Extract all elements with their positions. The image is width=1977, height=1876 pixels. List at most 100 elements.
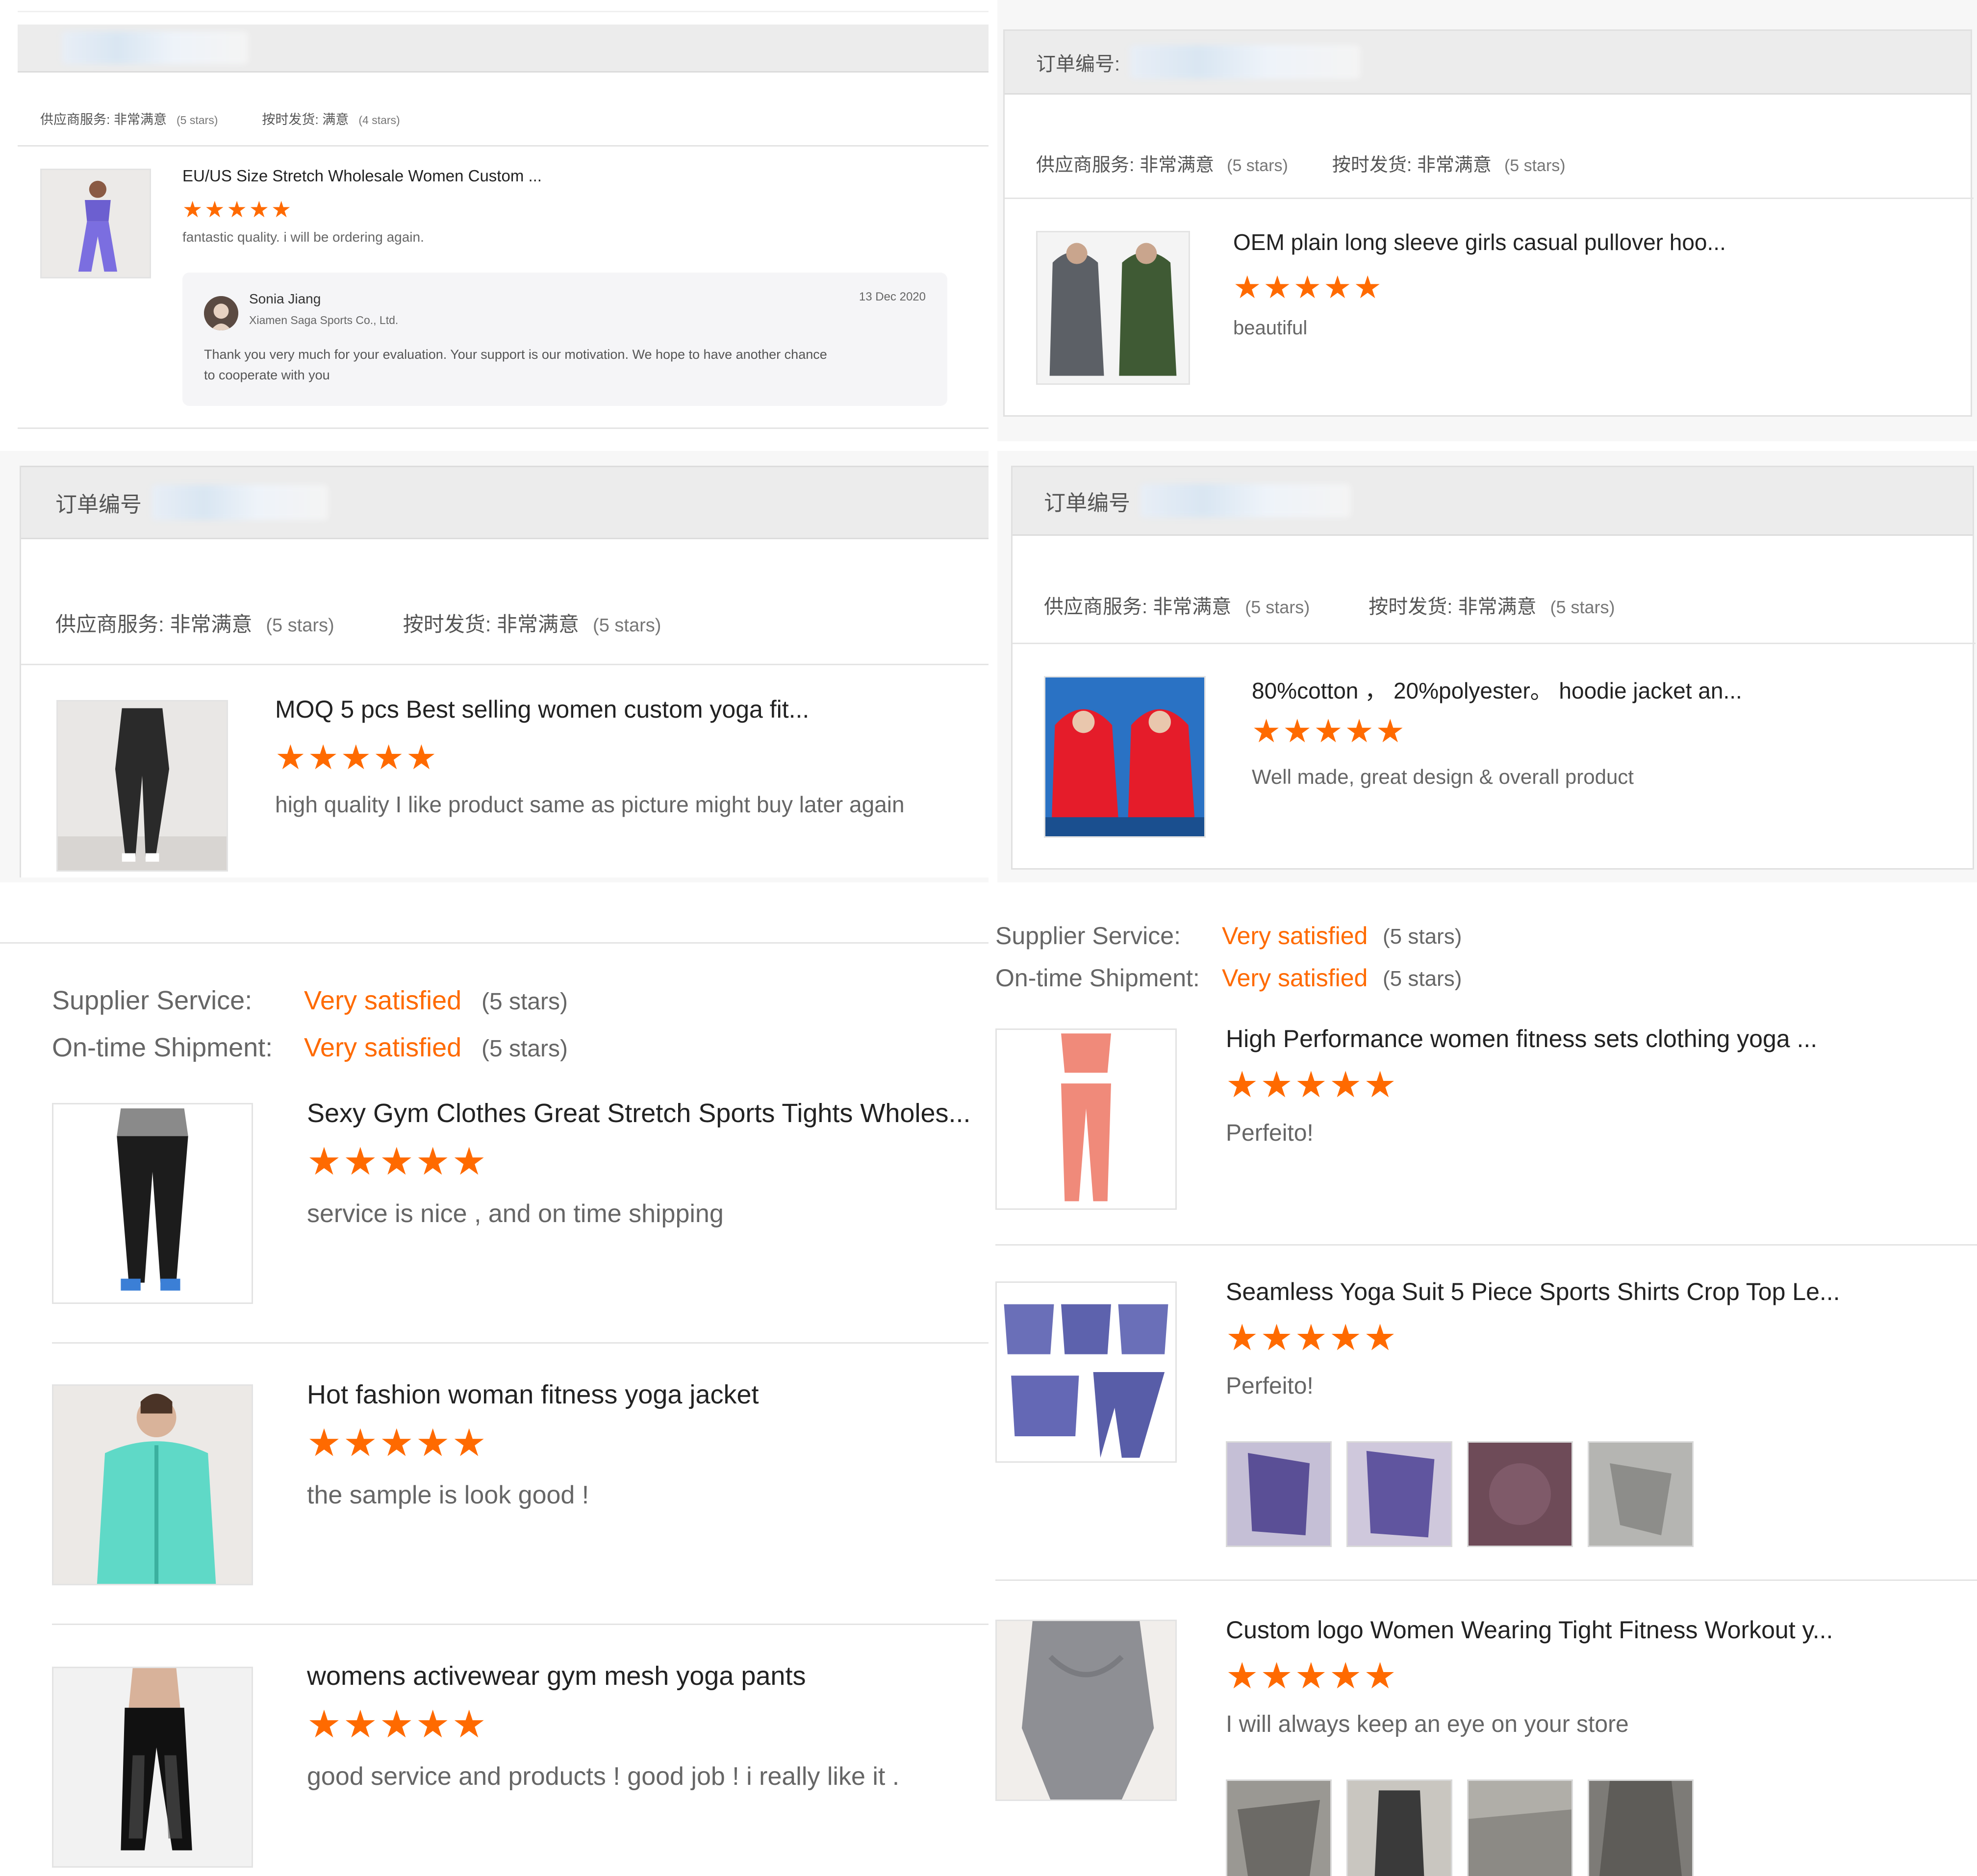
product-title[interactable]: Sexy Gym Clothes Great Stretch Sports Ti… (307, 1098, 984, 1128)
avatar (204, 296, 238, 330)
supplier-service-stars: (5 stars) (1245, 597, 1310, 617)
review-comment: high quality I like product same as pict… (275, 792, 905, 817)
rating-stars: ★★★★★ (1252, 713, 1407, 749)
on-time-shipment-label: On-time Shipment: (995, 964, 1200, 992)
rating-stars: ★★★★★ (307, 1702, 488, 1746)
rating-summary: 供应商服务: 非常满意 (5 stars) 按时发货: 非常满意 (5 star… (1044, 591, 1615, 619)
review-comment: Perfeito! (1226, 1120, 1314, 1146)
review-photo[interactable] (1467, 1441, 1573, 1547)
order-card: 订单编号 供应商服务: 非常满意 (5 stars) 按时发货: 非常满意 (5… (20, 466, 988, 877)
shipping-rating: 按时发货: 非常满意 (1332, 155, 1492, 175)
review-photo[interactable] (1588, 1441, 1694, 1547)
supplier-service-value: Very satisfied (304, 986, 462, 1015)
order-card: 订单编号 供应商服务: 非常满意 (5 stars) 按时发货: 非常满意 (5… (1011, 466, 1976, 870)
divider (995, 1244, 1977, 1246)
supplier-service-stars: (5 stars) (1227, 156, 1288, 175)
on-time-shipment-label: On-time Shipment: (52, 1033, 273, 1062)
product-title[interactable]: MOQ 5 pcs Best selling women custom yoga… (275, 695, 912, 724)
product-thumbnail[interactable] (995, 1281, 1177, 1463)
product-title[interactable]: OEM plain long sleeve girls casual pullo… (1233, 229, 1773, 255)
on-time-shipment-stars: (5 stars) (482, 1036, 568, 1062)
review-comment: fantastic quality. i will be ordering ag… (182, 229, 424, 245)
order-number-redacted (1140, 484, 1351, 518)
product-thumbnail[interactable] (40, 169, 151, 278)
product-thumbnail[interactable] (52, 1667, 253, 1868)
supplier-service-rating: 供应商服务: 非常满意 (55, 613, 253, 636)
supplier-service-label: Supplier Service: (52, 986, 253, 1015)
reply-author: Sonia Jiang (249, 291, 321, 306)
review-comment: the sample is look good ! (307, 1481, 589, 1509)
product-title[interactable]: 80%cotton ， 20%polyester。 hoodie jacket … (1252, 673, 1889, 705)
divider (18, 11, 988, 12)
supplier-service-rating: 供应商服务: 非常满意 (40, 112, 167, 127)
order-number-label: 订单编号: (1036, 53, 1120, 75)
review-photo[interactable] (1346, 1441, 1452, 1547)
order-number-redacted (1130, 45, 1361, 79)
rating-stars: ★★★★★ (307, 1140, 488, 1183)
review-panel-top-left: 供应商服务: 非常满意 (5 stars) 按时发货: 满意 (4 stars)… (18, 0, 988, 441)
rating-summary: 供应商服务: 非常满意 (5 stars) 按时发货: 非常满意 (5 star… (55, 608, 661, 638)
rating-stars: ★★★★★ (1233, 270, 1384, 305)
supplier-reply: Sonia Jiang Xiamen Saga Sports Co., Ltd.… (182, 273, 947, 406)
rating-stars: ★★★★★ (1226, 1655, 1398, 1696)
product-title[interactable]: High Performance women fitness sets clot… (1226, 1025, 1961, 1053)
product-title[interactable]: Seamless Yoga Suit 5 Piece Sports Shirts… (1226, 1277, 1961, 1306)
order-header: 订单编号 (1013, 467, 1973, 536)
reply-text-line-2: to cooperate with you (204, 368, 330, 382)
product-thumbnail[interactable] (1044, 676, 1206, 838)
reply-company: Xiamen Saga Sports Co., Ltd. (249, 314, 399, 326)
product-thumbnail[interactable] (56, 700, 228, 872)
product-thumbnail[interactable] (52, 1384, 253, 1585)
rating-summary: 供应商服务: 非常满意 (5 stars) 按时发货: 非常满意 (5 star… (1036, 150, 1566, 176)
rating-stars: ★★★★★ (275, 738, 439, 776)
supplier-service-label: Supplier Service: (995, 922, 1181, 950)
review-photo[interactable] (1226, 1779, 1332, 1876)
supplier-service-rating: 供应商服务: 非常满意 (1036, 155, 1215, 175)
divider (52, 1624, 988, 1625)
rating-stars: ★★★★★ (182, 197, 294, 222)
product-title[interactable]: Custom logo Women Wearing Tight Fitness … (1226, 1616, 1961, 1644)
reply-text-line-1: Thank you very much for your evaluation.… (204, 347, 827, 362)
review-panel-top-right: 订单编号: 供应商服务: 非常满意 (5 stars) 按时发货: 非常满意 (… (997, 0, 1977, 441)
divider (21, 664, 988, 665)
divider (995, 1579, 1977, 1581)
product-thumbnail[interactable] (52, 1103, 253, 1304)
shipping-stars: (4 stars) (358, 114, 400, 126)
review-comment: good service and products ! good job ! i… (307, 1762, 900, 1791)
order-number-redacted (62, 31, 248, 64)
on-time-shipment-value: Very satisfied (304, 1033, 462, 1062)
review-comment: I will always keep an eye on your store (1226, 1711, 1629, 1737)
shipping-stars: (5 stars) (1550, 597, 1615, 617)
review-panel-mid-left: 订单编号 供应商服务: 非常满意 (5 stars) 按时发货: 非常满意 (5… (0, 451, 988, 882)
order-number-label: 订单编号 (55, 493, 142, 517)
review-photo[interactable] (1467, 1779, 1573, 1876)
divider (18, 145, 988, 147)
review-comment: Well made, great design & overall produc… (1252, 765, 1634, 788)
product-title[interactable]: Hot fashion woman fitness yoga jacket (307, 1379, 984, 1410)
product-thumbnail[interactable] (995, 1028, 1177, 1210)
review-photo[interactable] (1346, 1779, 1452, 1876)
supplier-service-stars: (5 stars) (1383, 925, 1462, 949)
divider (0, 942, 988, 944)
review-comment: Perfeito! (1226, 1373, 1314, 1399)
product-title[interactable]: womens activewear gym mesh yoga pants (307, 1661, 984, 1691)
order-header (18, 25, 988, 73)
review-photo[interactable] (1226, 1441, 1332, 1547)
review-photo[interactable] (1588, 1779, 1694, 1876)
shipping-stars: (5 stars) (1504, 156, 1566, 175)
on-time-shipment-value: Very satisfied (1222, 964, 1368, 992)
divider (1013, 643, 1976, 644)
product-thumbnail[interactable] (1036, 231, 1190, 385)
order-card: 订单编号: 供应商服务: 非常满意 (5 stars) 按时发货: 非常满意 (… (1003, 29, 1974, 417)
divider (18, 427, 988, 429)
shipping-stars: (5 stars) (593, 615, 661, 636)
shipping-rating: 按时发货: 非常满意 (1369, 596, 1537, 618)
divider (1005, 198, 1974, 199)
rating-stars: ★★★★★ (307, 1421, 488, 1464)
product-thumbnail[interactable] (995, 1620, 1177, 1801)
rating-stars: ★★★★★ (1226, 1317, 1398, 1358)
order-number-redacted (152, 485, 328, 520)
order-number-label: 订单编号 (1044, 491, 1130, 515)
product-title[interactable]: EU/US Size Stretch Wholesale Women Custo… (182, 167, 624, 185)
supplier-service-value: Very satisfied (1222, 922, 1368, 950)
